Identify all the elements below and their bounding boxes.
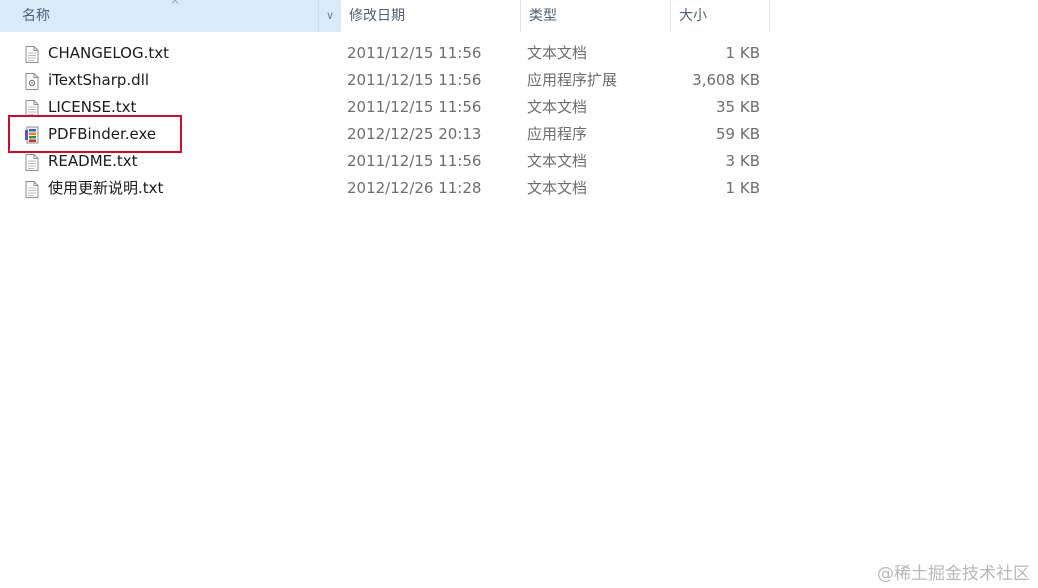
column-header-size-label: 大小 xyxy=(679,8,707,24)
file-type: 应用程序扩展 xyxy=(527,71,618,89)
column-header-name-label: 名称 xyxy=(22,8,50,24)
text-file-icon xyxy=(25,180,39,198)
file-name: CHANGELOG.txt xyxy=(48,44,169,62)
column-header-modified-label: 修改日期 xyxy=(349,8,405,24)
file-type: 文本文档 xyxy=(527,152,588,170)
file-row[interactable]: CHANGELOG.txt 2011/12/15 11:56 文本文档 1 KB xyxy=(0,40,770,67)
column-header-bar: ^ 名称 ∨ 修改日期 类型 大小 xyxy=(0,0,770,32)
file-type: 文本文档 xyxy=(527,98,588,116)
file-modified: 2012/12/25 20:13 xyxy=(347,125,482,143)
file-name: 使用更新说明.txt xyxy=(48,179,164,197)
file-size: 35 KB xyxy=(716,98,760,116)
text-file-icon xyxy=(25,99,39,117)
file-size: 59 KB xyxy=(716,125,760,143)
file-type: 文本文档 xyxy=(527,179,588,197)
file-size: 3 KB xyxy=(725,152,760,170)
file-row[interactable]: 使用更新说明.txt 2012/12/26 11:28 文本文档 1 KB xyxy=(0,175,770,202)
sort-ascending-icon: ^ xyxy=(170,0,181,12)
text-file-icon xyxy=(25,153,39,171)
column-header-size[interactable]: 大小 xyxy=(670,0,770,32)
dll-file-icon xyxy=(25,72,39,90)
column-header-name[interactable]: ^ 名称 ∨ xyxy=(0,0,340,32)
file-modified: 2011/12/15 11:56 xyxy=(347,98,482,116)
column-header-type[interactable]: 类型 xyxy=(520,0,670,32)
file-size: 1 KB xyxy=(725,179,760,197)
file-modified: 2011/12/15 11:56 xyxy=(347,152,482,170)
text-file-icon xyxy=(25,45,39,63)
file-modified: 2011/12/15 11:56 xyxy=(347,44,482,62)
highlight-annotation-box xyxy=(8,115,182,153)
file-name: iTextSharp.dll xyxy=(48,71,150,89)
file-type: 文本文档 xyxy=(527,44,588,62)
chevron-down-icon[interactable]: ∨ xyxy=(318,0,341,32)
file-modified: 2011/12/15 11:56 xyxy=(347,71,482,89)
watermark: @稀土掘金技术社区 xyxy=(877,564,1030,584)
file-modified: 2012/12/26 11:28 xyxy=(347,179,482,197)
column-header-modified[interactable]: 修改日期 xyxy=(340,0,520,32)
file-type: 应用程序 xyxy=(527,125,588,143)
file-size: 3,608 KB xyxy=(692,71,760,89)
file-size: 1 KB xyxy=(725,44,760,62)
column-header-type-label: 类型 xyxy=(529,8,557,24)
file-row[interactable]: iTextSharp.dll 2011/12/15 11:56 应用程序扩展 3… xyxy=(0,67,770,94)
